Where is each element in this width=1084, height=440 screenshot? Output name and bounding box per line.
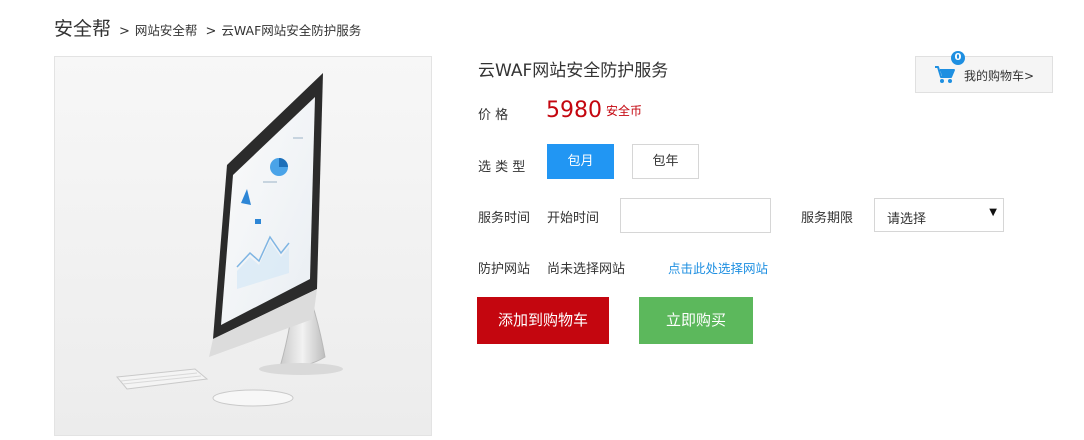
product-title: 云WAF网站安全防护服务: [478, 61, 669, 81]
start-time-input[interactable]: [620, 198, 771, 233]
breadcrumb-website-security[interactable]: 网站安全帮: [135, 20, 198, 39]
protected-site-label: 防护网站: [478, 262, 531, 277]
type-option-yearly[interactable]: 包年: [632, 144, 699, 179]
buy-now-button[interactable]: 立即购买: [639, 297, 753, 344]
breadcrumb-separator: >: [119, 24, 130, 39]
service-period-select[interactable]: 请选择 ▼: [874, 198, 1004, 232]
type-option-monthly[interactable]: 包月: [547, 144, 614, 179]
price-label: 价 格: [478, 108, 509, 123]
cart-label: 我的购物车>: [964, 69, 1035, 83]
imac-illustration: [55, 57, 431, 435]
add-to-cart-button[interactable]: 添加到购物车: [477, 297, 609, 344]
cart-count-badge: 0: [951, 51, 965, 65]
start-time-label: 开始时间: [547, 211, 600, 226]
cart-icon: [935, 66, 955, 83]
breadcrumb: 安全帮 > 网站安全帮 > 云WAF网站安全防护服务: [54, 14, 361, 41]
select-site-link[interactable]: 点击此处选择网站: [668, 258, 768, 277]
protected-site-status: 尚未选择网站: [547, 262, 626, 277]
price-unit: 安全币: [606, 104, 643, 118]
breadcrumb-separator: >: [205, 24, 217, 39]
product-image: [54, 56, 432, 436]
service-period-label: 服务期限: [801, 211, 854, 226]
breadcrumb-current[interactable]: 云WAF网站安全防护服务: [221, 20, 361, 39]
chevron-down-icon: ▼: [989, 207, 997, 218]
service-time-label: 服务时间: [478, 211, 531, 226]
cart-button[interactable]: 0 我的购物车>: [915, 51, 1053, 93]
service-period-value: 请选择: [887, 212, 927, 227]
breadcrumb-home[interactable]: 安全帮: [54, 14, 111, 41]
type-label: 选 类 型: [478, 160, 526, 175]
price-value: 5980: [546, 98, 602, 123]
